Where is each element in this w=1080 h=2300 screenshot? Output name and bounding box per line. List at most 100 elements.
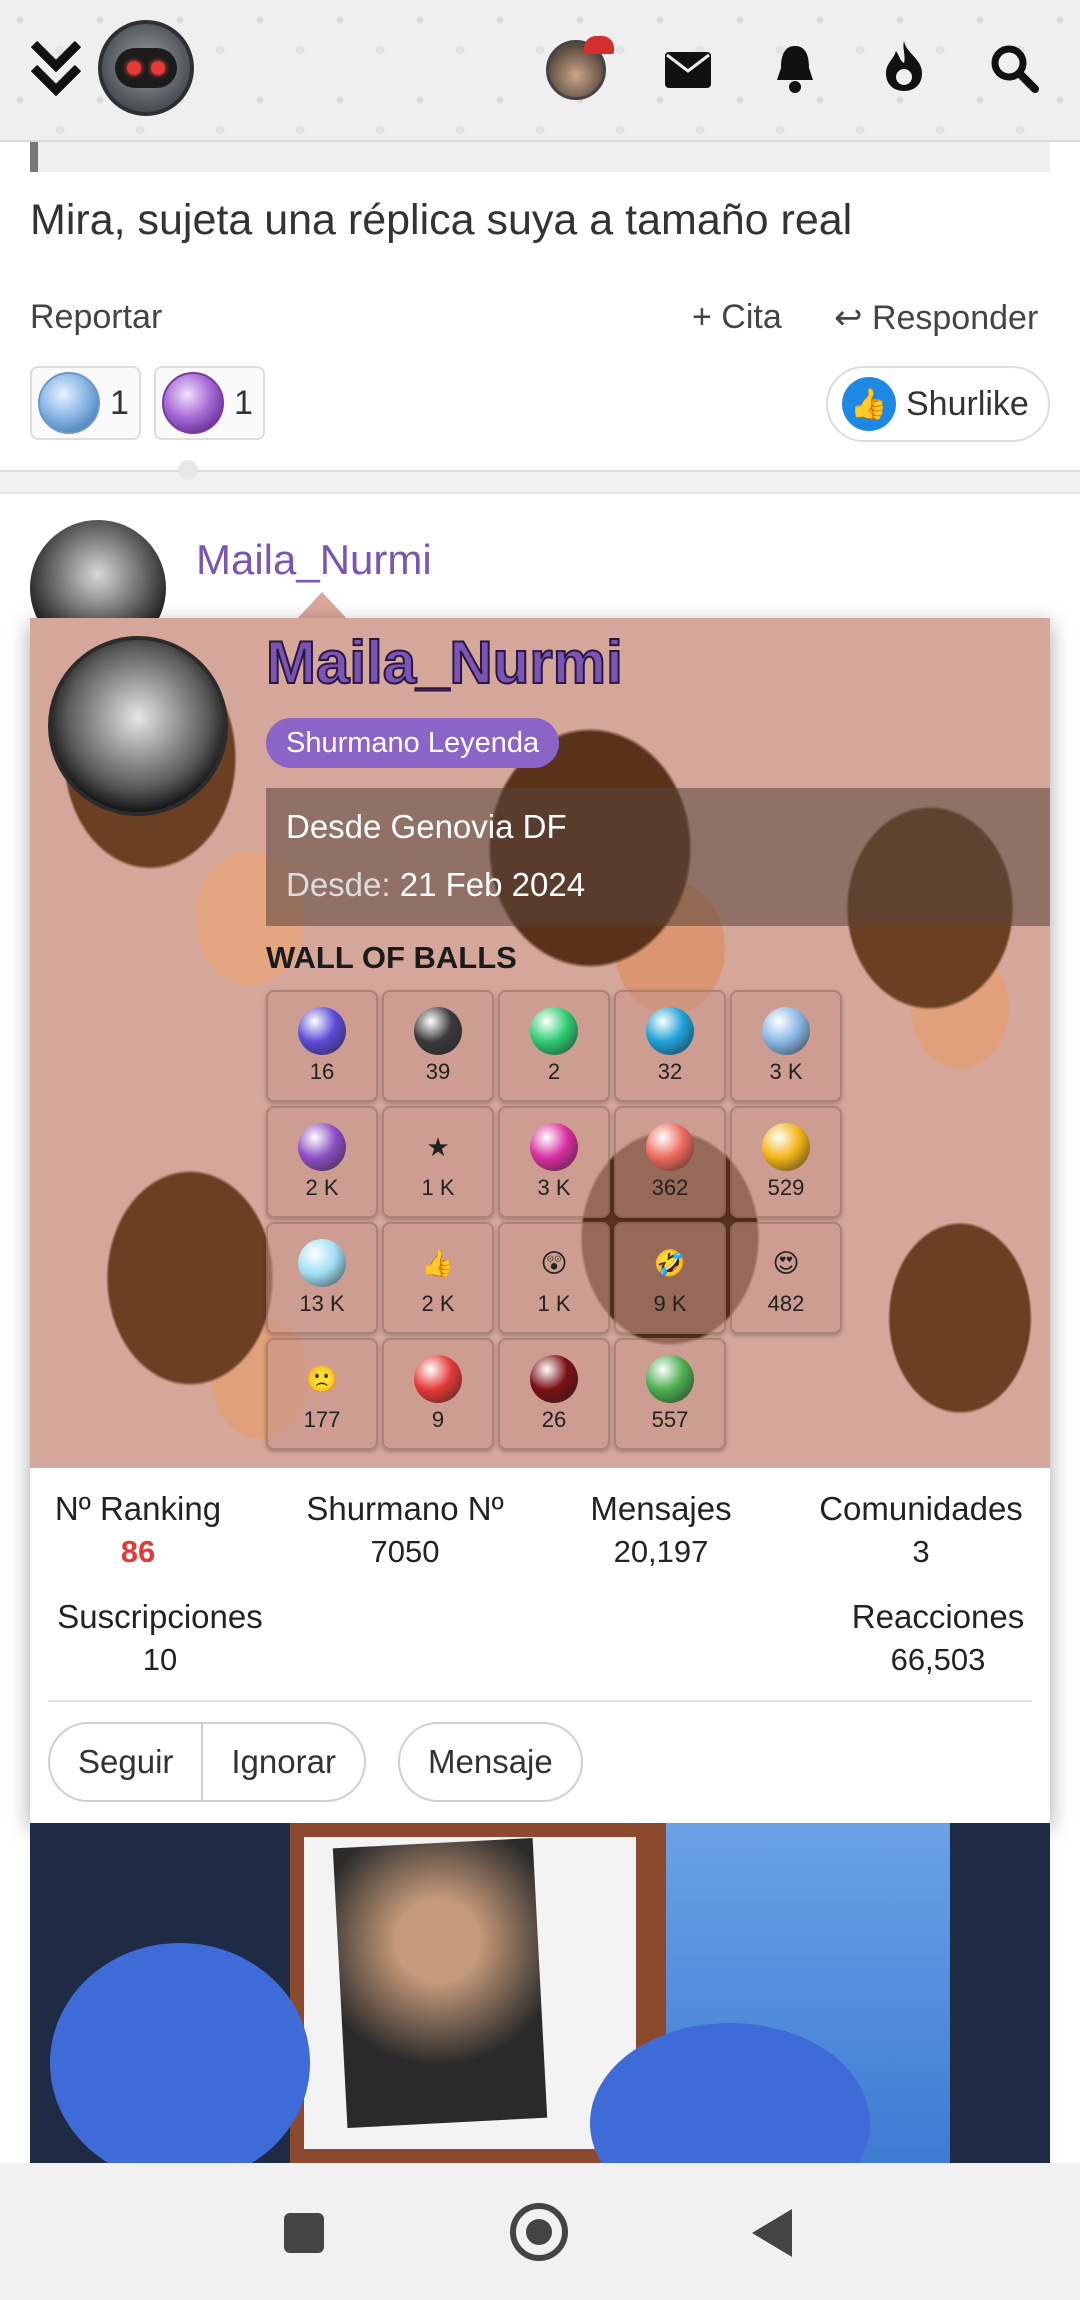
ball-count: 1 K [537, 1291, 571, 1316]
reaction-count: 1 [110, 383, 129, 422]
wall-ball-cell[interactable]: 👍 2 K [382, 1222, 494, 1334]
reply-icon: ↩ [834, 299, 872, 337]
post-actions: Reportar + Cita ↩ Responder [30, 298, 1050, 342]
ball-count: 3 K [769, 1059, 803, 1084]
salmon-gem-icon [646, 1123, 694, 1171]
stat-value: 86 [120, 1534, 156, 1569]
orange-dragon-ball-icon: ★ [426, 1131, 450, 1162]
bell-icon[interactable] [770, 38, 820, 98]
message-button[interactable]: Mensaje [398, 1722, 583, 1802]
blue-gem-icon [38, 372, 100, 434]
search-icon[interactable] [984, 38, 1044, 98]
wall-ball-cell[interactable]: 🤣 9 K [614, 1222, 726, 1334]
reaction-count: 1 [234, 383, 253, 422]
fire-icon[interactable] [876, 36, 932, 96]
reaction-blue-gem[interactable]: 1 [30, 366, 141, 440]
ball-count: 2 K [305, 1175, 339, 1200]
stat-value: 20,197 [613, 1534, 709, 1569]
stat-label: Comunidades [819, 1490, 1023, 1527]
ball-count: 16 [309, 1059, 335, 1084]
gold-gem-icon [762, 1123, 810, 1171]
double-chevron-down-icon[interactable] [30, 38, 82, 98]
member-since: Desde: 21 Feb 2024 [286, 866, 585, 904]
stat-reactions: Reacciones 66,503 [842, 1598, 1034, 1678]
stat-subscriptions: Suscripciones 10 [48, 1598, 272, 1678]
stat-label: Reacciones [851, 1598, 1025, 1635]
stat-value: 3 [912, 1534, 930, 1569]
stat-label: Nº Ranking [54, 1490, 222, 1527]
follow-ignore-group: Seguir Ignorar [48, 1722, 366, 1802]
cite-link[interactable]: + Cita [692, 298, 782, 337]
system-nav-bar [0, 2163, 1080, 2300]
ball-count: 482 [767, 1291, 805, 1316]
wall-ball-cell[interactable]: 3 K [498, 1106, 610, 1218]
location-text: Desde Genovia DF [286, 808, 567, 845]
wall-ball-cell[interactable]: 362 [614, 1106, 726, 1218]
stat-shurmano-number: Shurmano Nº 7050 [292, 1490, 518, 1570]
shurlike-label: Shurlike [906, 384, 1029, 423]
wall-ball-cell[interactable]: 16 [266, 990, 378, 1102]
card-pointer [296, 592, 348, 620]
profile-banner: Maila_Nurmi Shurmano Leyenda Desde Genov… [30, 618, 1050, 1468]
wall-ball-cell[interactable]: 9 [382, 1338, 494, 1450]
ball-count: 529 [767, 1175, 805, 1200]
report-link[interactable]: Reportar [30, 298, 162, 337]
stat-messages: Mensajes 20,197 [578, 1490, 744, 1570]
reply-link[interactable]: ↩ Responder [834, 298, 1038, 338]
stat-label: Mensajes [590, 1490, 732, 1527]
mail-icon[interactable] [660, 42, 716, 98]
ball-count: 32 [657, 1059, 683, 1084]
heart-eyes-emoji-icon: 😍 [772, 1247, 800, 1278]
scroll-marker [178, 460, 198, 480]
wall-ball-cell[interactable]: 529 [730, 1106, 842, 1218]
profile-avatar[interactable] [48, 636, 228, 816]
reaction-purple-gem[interactable]: 1 [154, 366, 265, 440]
stat-value: 10 [142, 1642, 178, 1677]
wall-ball-cell[interactable]: 2 K [266, 1106, 378, 1218]
shocked-emoji-icon: 😲 [540, 1247, 568, 1278]
recents-square-icon[interactable] [284, 2213, 324, 2253]
hand-illustration [50, 1943, 310, 2163]
stat-label: Suscripciones [57, 1598, 263, 1635]
wall-ball-cell[interactable]: 32 [614, 990, 726, 1102]
back-triangle-icon[interactable] [752, 2209, 792, 2257]
ball-count: 1 K [421, 1175, 455, 1200]
wall-ball-cell[interactable]: ★ 1 K [382, 1106, 494, 1218]
wall-ball-cell[interactable]: 39 [382, 990, 494, 1102]
shurlike-button[interactable]: 👍 Shurlike [826, 366, 1050, 442]
profile-username[interactable]: Maila_Nurmi [265, 628, 624, 697]
quote-block [30, 142, 1050, 172]
wall-ball-cell[interactable]: 26 [498, 1338, 610, 1450]
wall-ball-cell[interactable]: 😍 482 [730, 1222, 842, 1334]
post-divider [0, 470, 1080, 494]
post-body-text: Mira, sujeta una réplica suya a tamaño r… [30, 196, 853, 244]
wall-ball-cell[interactable]: 🙁 177 [266, 1338, 378, 1450]
ball-count: 39 [425, 1059, 451, 1084]
stats-divider [48, 1700, 1032, 1702]
sad-emoji-icon: 🙁 [305, 1363, 339, 1394]
follow-button[interactable]: Seguir [50, 1724, 201, 1800]
profile-card: Maila_Nurmi Shurmano Leyenda Desde Genov… [30, 618, 1050, 1823]
wall-ball-cell[interactable]: 3 K [730, 990, 842, 1102]
location-box: Desde Genovia DF Desde: 21 Feb 2024 [266, 788, 1050, 926]
magenta-gem-icon [530, 1123, 578, 1171]
wall-ball-cell[interactable]: 13 K [266, 1222, 378, 1334]
stat-ranking: Nº Ranking 86 [48, 1490, 228, 1570]
photo-illustration [332, 1837, 548, 2129]
purple-gem-icon [162, 372, 224, 434]
red-gem-icon [414, 1355, 462, 1403]
rank-badge: Shurmano Leyenda [266, 718, 560, 768]
home-circle-icon[interactable] [510, 2203, 568, 2261]
post-image[interactable] [30, 1823, 1050, 2163]
wall-of-balls-grid: 16 39 2 32 3 K 2 K ★ 1 K 3 K 362 529 13 K 👍 2 K 😲 1 K 🤣 9… [266, 990, 842, 1450]
wall-ball-cell[interactable]: 557 [614, 1338, 726, 1450]
wall-ball-cell[interactable]: 2 [498, 990, 610, 1102]
ignore-button[interactable]: Ignorar [201, 1724, 364, 1800]
purple-gem-icon [298, 1123, 346, 1171]
dark-red-gem-icon [530, 1355, 578, 1403]
santa-hat-icon [584, 36, 614, 54]
ball-count: 3 K [537, 1175, 571, 1200]
wall-ball-cell[interactable]: 😲 1 K [498, 1222, 610, 1334]
robot-logo[interactable] [98, 20, 194, 116]
post-author-name[interactable]: Maila_Nurmi [196, 536, 432, 584]
